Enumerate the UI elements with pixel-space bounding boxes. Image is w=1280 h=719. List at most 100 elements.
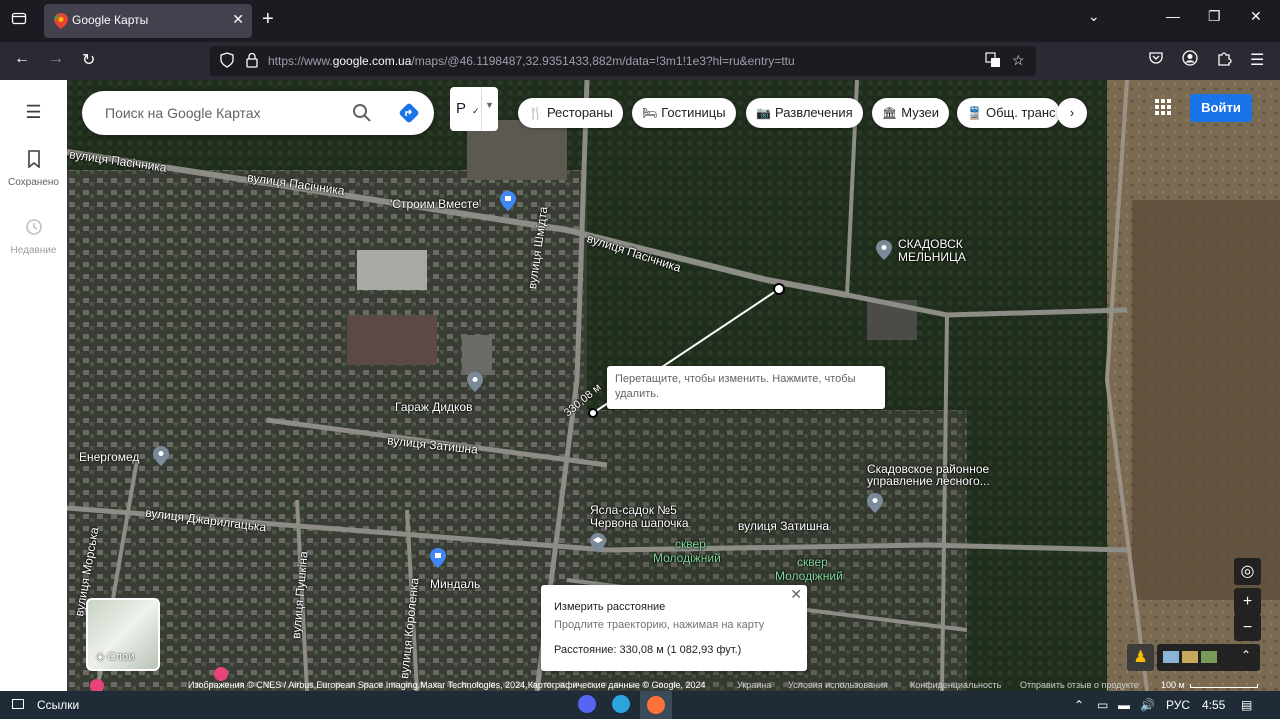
zoom-out-button[interactable]: − — [1234, 614, 1261, 641]
chip-restaurants[interactable]: 🍴 Рестораны — [518, 98, 623, 128]
location-pin-icon[interactable] — [876, 240, 892, 260]
links-label[interactable]: Ссылки — [37, 698, 79, 712]
network-icon[interactable]: ▭ — [1097, 698, 1108, 712]
extensions-icon[interactable] — [1216, 50, 1232, 71]
poi-label[interactable]: Миндаль — [430, 577, 480, 591]
account-icon[interactable] — [1182, 50, 1198, 71]
street-label: вулиця Затишна — [738, 519, 830, 533]
plus-icon: + — [1242, 593, 1253, 610]
battery-icon[interactable]: ▬ — [1118, 698, 1130, 712]
imagery-attribution: Изображения © CNES / Airbus,European Spa… — [188, 680, 706, 690]
attribution-bar: Изображения © CNES / Airbus,European Spa… — [180, 678, 1280, 691]
park-label[interactable]: Молодіжний — [653, 551, 721, 565]
tab-list-chevron-icon[interactable]: ⌄ — [1088, 8, 1100, 25]
pegman-button[interactable]: ♟ — [1127, 644, 1154, 671]
poi-label[interactable]: Ясла-садок №5 — [590, 503, 677, 517]
layers-label: ◈ Слои — [96, 651, 135, 663]
input-language-label: Р — [456, 100, 467, 117]
chip-museums[interactable]: 🏛 Музеи — [872, 98, 950, 128]
close-window-icon[interactable]: ✕ — [1250, 8, 1262, 25]
zoom-in-button[interactable]: + — [1234, 588, 1261, 615]
shopping-pin-icon[interactable] — [500, 191, 516, 211]
layers-button[interactable]: ◈ Слои — [86, 598, 160, 671]
transit-icon: 🚆 — [967, 106, 982, 120]
park-label[interactable]: сквер — [797, 555, 828, 569]
measure-distance: Расстояние: 330,08 м (1 082,93 фут.) — [554, 644, 742, 656]
shield-icon[interactable] — [220, 52, 234, 71]
directions-icon[interactable] — [398, 102, 420, 129]
chips-next-button[interactable]: › — [1057, 98, 1087, 128]
imagery-thumbnail[interactable] — [1201, 651, 1217, 663]
expand-chevron-icon[interactable]: ⌃ — [1241, 648, 1251, 662]
lock-icon[interactable] — [246, 52, 258, 71]
scale-bar — [1190, 684, 1258, 688]
poi-label[interactable]: Гараж Дидков — [395, 400, 472, 414]
clock[interactable]: 4:55 — [1202, 698, 1225, 712]
menu-button[interactable]: ☰ — [0, 102, 67, 127]
location-pin-icon[interactable] — [153, 446, 169, 466]
search-icon[interactable] — [352, 103, 372, 128]
pocket-icon[interactable] — [1148, 50, 1164, 69]
my-location-icon: ◎ — [1240, 563, 1255, 580]
poi-label[interactable]: управление лесного... — [867, 474, 990, 488]
google-apps-icon[interactable] — [1155, 99, 1171, 115]
poi-label[interactable]: Червона шапочка — [590, 516, 689, 530]
tab-manager-icon[interactable] — [8, 10, 30, 32]
location-pin-icon[interactable] — [867, 493, 883, 513]
search-input[interactable]: Поиск на Google Картах — [105, 105, 261, 121]
saved-button[interactable]: Сохранено — [0, 150, 67, 188]
links-folder-icon[interactable] — [12, 699, 24, 709]
browser-nav-bar: ← → ↻ https://www.google.com.ua/maps/@46… — [0, 42, 1280, 80]
back-icon[interactable]: ← — [14, 50, 30, 68]
restore-icon[interactable]: ❐ — [1208, 8, 1221, 25]
google-maps-favicon-icon — [53, 13, 68, 29]
imagery-thumbnail[interactable] — [1182, 651, 1198, 663]
language-indicator[interactable]: РУС — [1166, 698, 1190, 712]
minimize-icon[interactable]: — — [1166, 8, 1180, 24]
hotel-icon: 🛏 — [642, 106, 658, 120]
notifications-icon[interactable]: ▤ — [1241, 698, 1252, 712]
tab-google-maps[interactable]: Google Карты ✕ — [44, 4, 252, 38]
imagery-thumbnail[interactable] — [1163, 651, 1179, 663]
bookmark-icon — [0, 150, 67, 173]
park-label[interactable]: сквер — [675, 537, 706, 551]
imagery-strip[interactable]: ⌃ — [1157, 644, 1260, 671]
recent-button[interactable]: Недавние — [0, 218, 67, 256]
discord-icon[interactable] — [578, 695, 596, 713]
input-tools-button[interactable]: Р ✓ ▼ — [450, 87, 498, 131]
tab-close-icon[interactable]: ✕ — [232, 11, 244, 28]
firefox-taskbar-button[interactable] — [640, 691, 672, 719]
sign-in-button[interactable]: Войти — [1190, 94, 1252, 122]
reload-icon[interactable]: ↻ — [82, 50, 95, 70]
telegram-icon[interactable] — [612, 695, 630, 713]
dropdown-arrow-icon[interactable]: ▼ — [485, 100, 494, 110]
pink-pin-icon[interactable] — [89, 678, 105, 691]
chip-entertainment[interactable]: 📷 Развлечения — [746, 98, 863, 128]
poi-label[interactable]: МЕЛЬНИЦА — [898, 250, 966, 264]
feedback-link[interactable]: Отправить отзыв о продукте — [1020, 680, 1139, 690]
bookmark-star-icon[interactable]: ☆ — [1012, 52, 1025, 69]
terms-link[interactable]: Условия использования — [788, 680, 888, 690]
poi-label[interactable]: СКАДОВСК — [898, 237, 963, 251]
url-bar[interactable]: https://www.google.com.ua/maps/@46.11984… — [210, 46, 1036, 76]
search-box[interactable]: Поиск на Google Картах — [82, 91, 434, 135]
park-label[interactable]: Молодіжний — [775, 569, 843, 583]
school-pin-icon[interactable] — [590, 533, 606, 553]
poi-label[interactable]: 'Строим Вместе' — [390, 197, 481, 211]
privacy-link[interactable]: Конфиденциальность — [910, 680, 1001, 690]
poi-label[interactable]: Енергомед — [79, 450, 139, 464]
menu-hamburger-icon[interactable]: ☰ — [1250, 50, 1264, 70]
volume-icon[interactable]: 🔊 — [1140, 698, 1155, 712]
forward-icon[interactable]: → — [48, 50, 64, 68]
location-pin-icon[interactable] — [467, 372, 483, 392]
translate-icon[interactable] — [985, 52, 1001, 71]
new-tab-icon[interactable]: + — [262, 8, 274, 31]
recent-label: Недавние — [10, 245, 57, 256]
chip-hotels[interactable]: 🛏 Гостиницы — [632, 98, 736, 128]
shopping-pin-icon[interactable] — [430, 548, 446, 568]
chip-transit[interactable]: 🚆 Общ. транс — [957, 98, 1060, 128]
my-location-button[interactable]: ◎ — [1234, 558, 1261, 585]
tray-chevron-icon[interactable]: ⌃ — [1074, 698, 1084, 712]
restaurant-icon: 🍴 — [528, 106, 543, 120]
close-icon[interactable]: ✕ — [790, 586, 802, 603]
